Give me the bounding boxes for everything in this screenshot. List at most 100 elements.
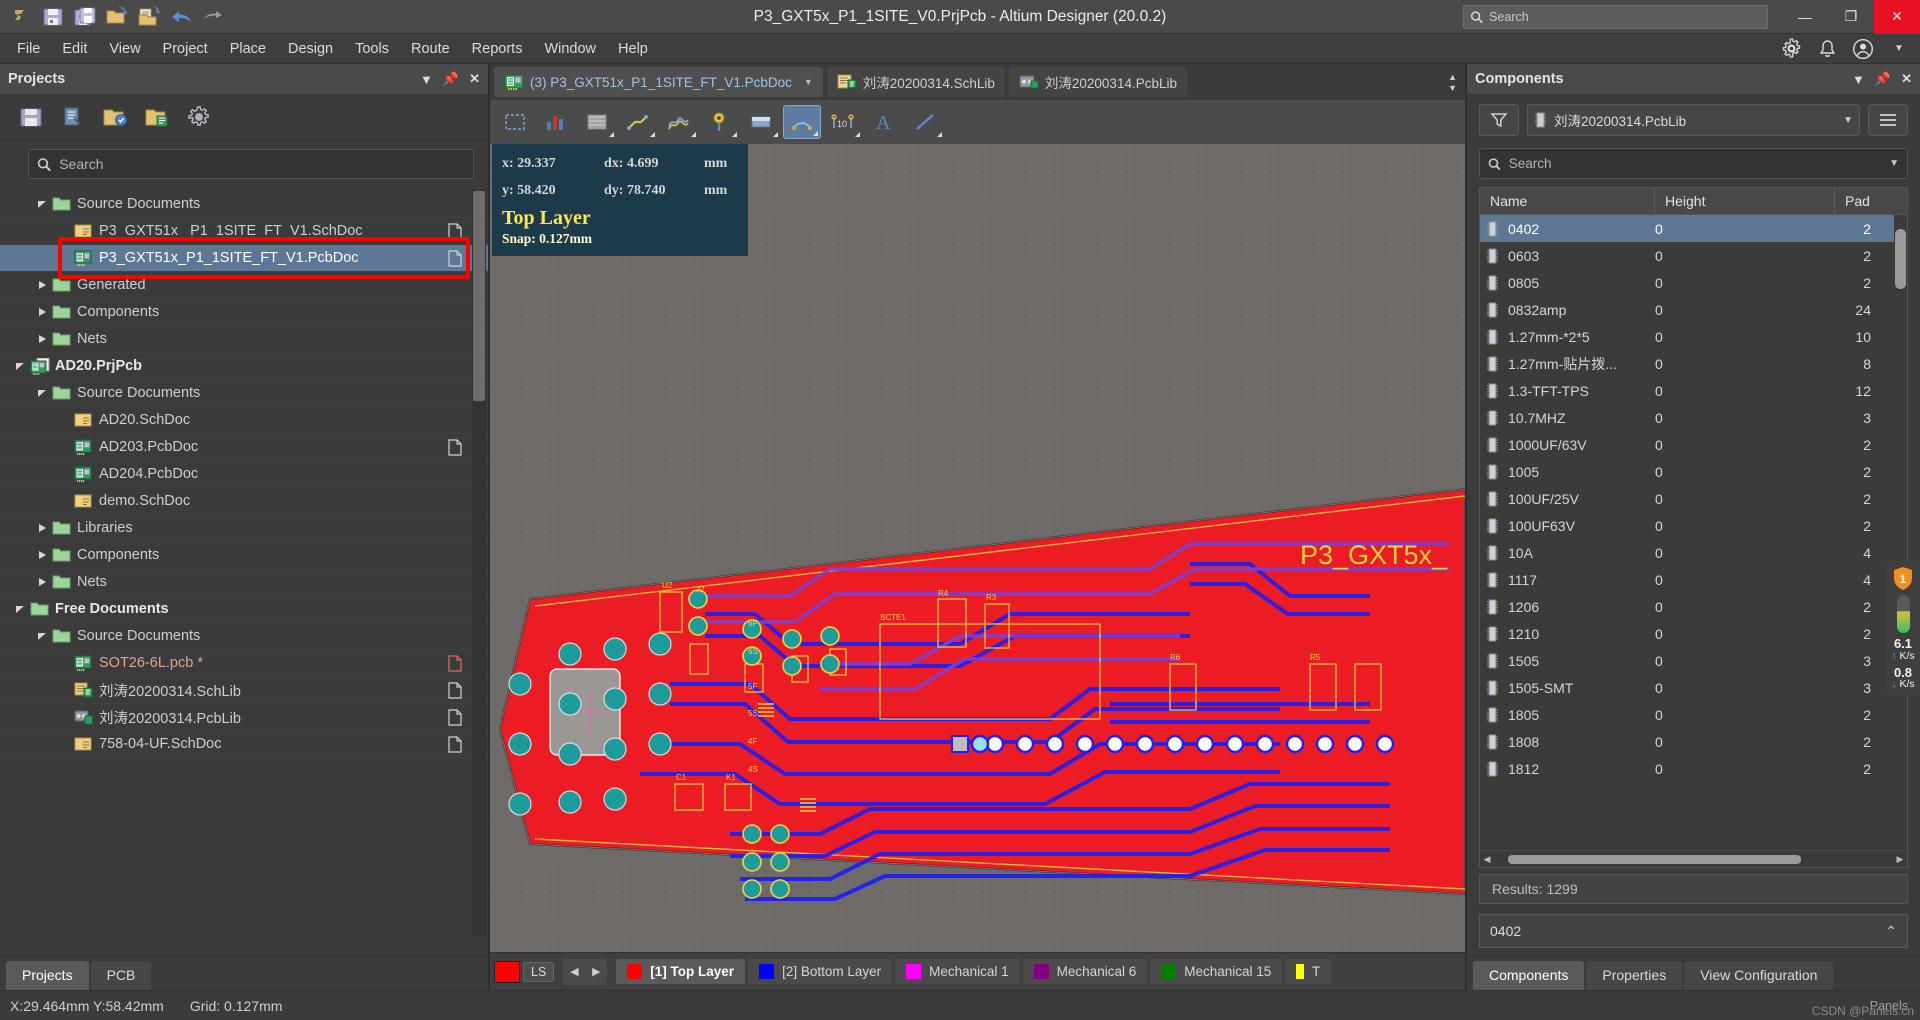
components-row[interactable]: 1.27mm-贴片拨... 0 8	[1480, 350, 1907, 377]
scrollbar-thumb[interactable]	[1895, 229, 1906, 289]
column-header-pad[interactable]: Pad	[1835, 188, 1907, 214]
library-selector[interactable]: 刘涛20200314.PcbLib ▼	[1527, 104, 1860, 136]
tree-item[interactable]: AD20.SchDoc	[0, 407, 488, 434]
maximize-button[interactable]: ❐	[1828, 0, 1874, 34]
tab-pcb[interactable]: PCB	[90, 961, 152, 990]
layer-tab-bottom[interactable]: [2] Bottom Layer	[748, 959, 893, 984]
scrollbar-thumb[interactable]	[473, 191, 485, 401]
components-search-box[interactable]: ▼	[1479, 148, 1908, 179]
select-area-icon[interactable]	[496, 105, 534, 139]
tree-item[interactable]: Source Documents	[0, 191, 488, 218]
bar-chart-icon[interactable]	[537, 105, 575, 139]
expand-arrow-icon[interactable]	[36, 576, 49, 589]
chevron-down-icon[interactable]: ▼	[1843, 115, 1853, 126]
panel-dropdown-icon[interactable]: ▼	[420, 72, 433, 87]
components-row-selected[interactable]: 0402 0 2	[1480, 215, 1907, 242]
chevron-down-icon[interactable]: ▼	[804, 77, 813, 87]
menu-route[interactable]: Route	[400, 38, 461, 60]
hscroll-left-icon[interactable]: ◀	[1480, 854, 1494, 865]
components-row[interactable]: 1005 0 2	[1480, 458, 1907, 485]
menu-reports[interactable]: Reports	[461, 38, 534, 60]
layer-scroll-left-icon[interactable]: ◀	[563, 959, 585, 985]
tree-item[interactable]: AD204.PcbDoc	[0, 461, 488, 488]
doc-tab-pcbdoc[interactable]: (3) P3_GXT51x_P1_1SITE_FT_V1.PcbDoc ▼	[494, 67, 823, 97]
doc-tab-pcblib[interactable]: 刘涛20200314.PcbLib	[1008, 67, 1187, 97]
undo-icon[interactable]	[166, 3, 196, 31]
tree-item-selected[interactable]: P3_GXT51x_P1_1SITE_FT_V1.PcbDoc	[0, 245, 488, 272]
menu-view[interactable]: View	[98, 38, 151, 60]
selected-component-footer[interactable]: 0402 ⌃	[1479, 914, 1908, 948]
close-button[interactable]: ✕	[1874, 0, 1920, 34]
collapse-arrow-icon[interactable]	[36, 198, 49, 211]
panel-pin-icon[interactable]: 📌	[443, 71, 459, 87]
doc-tab-scroll-buttons[interactable]: ▲ ▼	[1448, 72, 1461, 93]
tree-item[interactable]: AD203.PcbDoc	[0, 434, 488, 461]
tree-item[interactable]: Components	[0, 542, 488, 569]
expand-arrow-icon[interactable]	[36, 333, 49, 346]
components-row[interactable]: 100UF63V 0 2	[1480, 512, 1907, 539]
components-row[interactable]: 0805 0 2	[1480, 269, 1907, 296]
differential-pair-icon[interactable]	[660, 105, 698, 139]
expand-arrow-icon[interactable]	[36, 549, 49, 562]
open-document-icon[interactable]	[134, 3, 164, 31]
menu-tools[interactable]: Tools	[344, 38, 400, 60]
tree-item[interactable]: Nets	[0, 326, 488, 353]
layer-tab-truncated[interactable]: T	[1285, 959, 1332, 984]
components-table-body[interactable]: 0402 0 2 0603 0 2 0805 0 2 0832amp 0 24 1.27mm-*2*5 0…	[1480, 215, 1907, 850]
components-row[interactable]: 1808 0 2	[1480, 728, 1907, 755]
active-layer-swatch[interactable]	[494, 960, 520, 983]
tab-projects[interactable]: Projects	[6, 961, 89, 990]
layer-tab-top[interactable]: [1] Top Layer	[616, 959, 746, 984]
components-row[interactable]: 10.7MHZ 0 3	[1480, 404, 1907, 431]
menu-file[interactable]: File	[6, 38, 51, 60]
tab-scroll-down-icon[interactable]: ▼	[1448, 83, 1457, 93]
via-icon[interactable]	[701, 105, 739, 139]
save-project-icon[interactable]	[18, 104, 44, 130]
tree-item[interactable]: Free Documents	[0, 596, 488, 623]
components-search-input[interactable]	[1508, 156, 1882, 171]
tree-item[interactable]: SOT26-6L.pcb *	[0, 650, 488, 677]
layer-sets-button[interactable]: LS	[523, 961, 555, 982]
column-header-height[interactable]: Height	[1655, 188, 1835, 214]
layer-tab-mechanical-15[interactable]: Mechanical 15	[1150, 959, 1283, 984]
collapse-arrow-icon[interactable]	[14, 360, 27, 373]
fill-region-icon[interactable]	[742, 105, 780, 139]
components-row[interactable]: 1210 0 2	[1480, 620, 1907, 647]
collapse-arrow-icon[interactable]	[36, 630, 49, 643]
tree-item[interactable]: 758-04-UF.SchDoc	[0, 731, 488, 758]
menu-place[interactable]: Place	[219, 38, 277, 60]
components-row[interactable]: 1.3-TFT-TPS 0 12	[1480, 377, 1907, 404]
settings-gear-icon[interactable]	[1780, 38, 1802, 60]
menu-project[interactable]: Project	[152, 38, 219, 60]
tree-item[interactable]: 刘涛20200314.PcbLib	[0, 704, 488, 731]
global-search-input[interactable]	[1489, 9, 1761, 24]
hscroll-right-icon[interactable]: ▶	[1893, 854, 1907, 865]
panel-dropdown-icon[interactable]: ▼	[1852, 72, 1865, 87]
project-packager-icon[interactable]	[144, 104, 170, 130]
components-row[interactable]: 1812 0 2	[1480, 755, 1907, 782]
tree-scrollbar[interactable]	[472, 189, 486, 936]
open-project-folder-icon[interactable]	[102, 104, 128, 130]
filter-funnel-icon[interactable]	[1479, 104, 1519, 136]
components-row[interactable]: 1505 0 3	[1480, 647, 1907, 674]
expand-arrow-icon[interactable]	[36, 306, 49, 319]
tab-components[interactable]: Components	[1473, 961, 1585, 990]
panel-close-icon[interactable]: ✕	[1901, 71, 1912, 87]
tree-item[interactable]: P3_GXT51x_ P1_1SITE_FT_V1.SchDoc	[0, 218, 488, 245]
panel-pin-icon[interactable]: 📌	[1875, 71, 1891, 87]
components-row[interactable]: 1206 0 2	[1480, 593, 1907, 620]
minimize-button[interactable]: —	[1782, 0, 1828, 34]
compile-project-icon[interactable]	[60, 104, 86, 130]
layer-scroll-buttons[interactable]: ◀ ▶	[563, 958, 608, 985]
chevron-down-icon[interactable]: ▼	[1889, 158, 1899, 169]
menu-design[interactable]: Design	[277, 38, 344, 60]
components-row[interactable]: 100UF/25V 0 2	[1480, 485, 1907, 512]
hscrollbar-thumb[interactable]	[1508, 854, 1802, 864]
notifications-bell-icon[interactable]	[1816, 38, 1838, 60]
tree-item[interactable]: Nets	[0, 569, 488, 596]
line-icon[interactable]	[906, 105, 944, 139]
chevron-up-icon[interactable]: ⌃	[1885, 923, 1897, 940]
components-horizontal-scrollbar[interactable]: ◀ ▶	[1480, 850, 1907, 867]
dimension-icon[interactable]: 10	[824, 105, 862, 139]
security-shield-icon[interactable]: 1	[1892, 566, 1914, 591]
